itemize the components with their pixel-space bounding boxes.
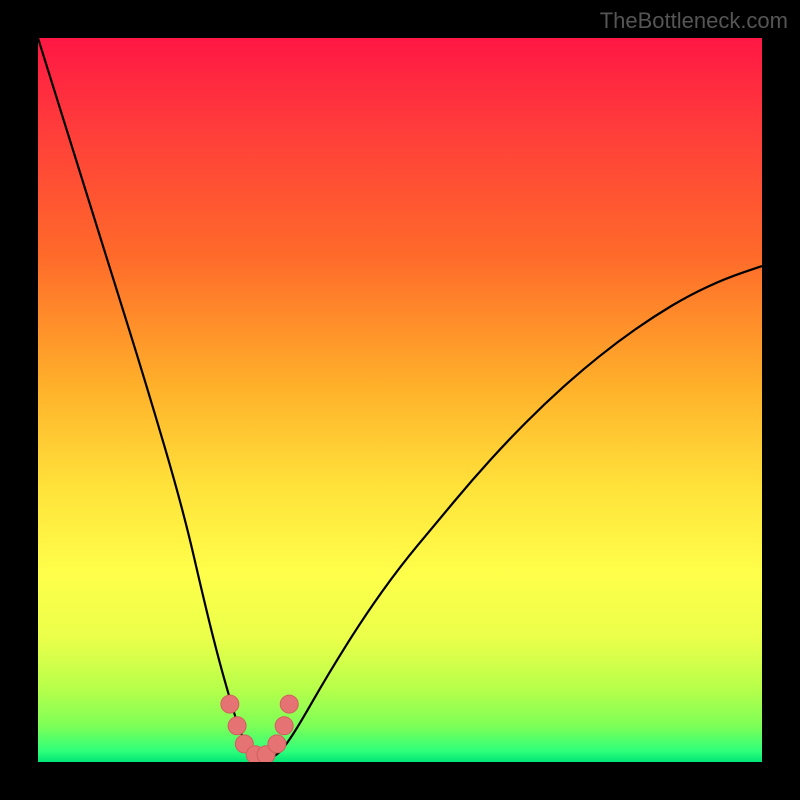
marker-point (268, 735, 286, 753)
gradient-background (38, 38, 762, 762)
marker-point (280, 695, 298, 713)
marker-point (228, 717, 246, 735)
watermark-text: TheBottleneck.com (600, 8, 788, 34)
bottleneck-chart (38, 38, 762, 762)
chart-frame: TheBottleneck.com (0, 0, 800, 800)
marker-point (275, 717, 293, 735)
marker-point (221, 695, 239, 713)
plot-area (38, 38, 762, 762)
